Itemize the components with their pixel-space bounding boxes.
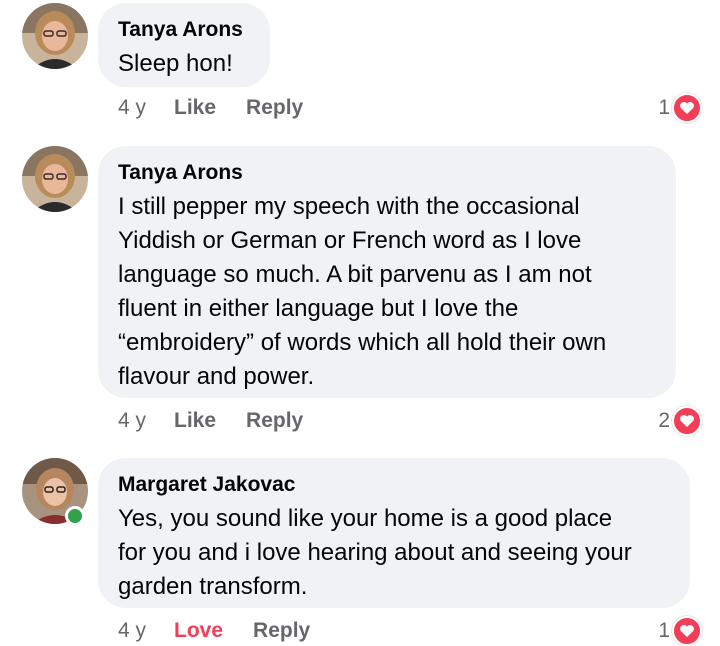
avatar[interactable]	[22, 3, 88, 69]
reaction-count: 1	[658, 96, 670, 119]
comment-actions: 4 y Like Reply	[118, 93, 303, 123]
comment-bubble: Tanya Arons Sleep hon!	[98, 3, 270, 87]
reaction-summary[interactable]: 1	[658, 616, 702, 646]
reaction-summary[interactable]: 2	[658, 406, 702, 436]
comment-author[interactable]: Tanya Arons	[118, 160, 656, 186]
reaction-count: 2	[658, 409, 670, 432]
comment-author[interactable]: Margaret Jakovac	[118, 472, 670, 498]
comment-bubble: Tanya Arons I still pepper my speech wit…	[98, 146, 676, 398]
heart-icon	[672, 616, 702, 646]
reaction-summary[interactable]: 1	[658, 93, 702, 123]
like-button[interactable]: Like	[174, 93, 216, 123]
comment-bubble: Margaret Jakovac Yes, you sound like you…	[98, 458, 690, 608]
comment-text: Sleep hon!	[118, 50, 233, 77]
comment-author[interactable]: Tanya Arons	[118, 17, 250, 43]
like-button[interactable]: Like	[174, 406, 216, 436]
comment-text: I still pepper my speech with the occasi…	[118, 193, 607, 390]
comment-text: Yes, you sound like your home is a good …	[118, 505, 632, 600]
comment-timestamp[interactable]: 4 y	[118, 93, 146, 123]
reply-button[interactable]: Reply	[253, 616, 310, 646]
avatar[interactable]	[22, 146, 88, 212]
reply-button[interactable]: Reply	[246, 93, 303, 123]
love-button[interactable]: Love	[174, 616, 223, 646]
heart-icon	[672, 406, 702, 436]
comment-timestamp[interactable]: 4 y	[118, 616, 146, 646]
reaction-count: 1	[658, 619, 670, 642]
reply-button[interactable]: Reply	[246, 406, 303, 436]
heart-icon	[672, 93, 702, 123]
online-status-indicator	[65, 506, 85, 526]
comment-actions: 4 y Love Reply	[118, 616, 310, 646]
comment-timestamp[interactable]: 4 y	[118, 406, 146, 436]
comment-actions: 4 y Like Reply	[118, 406, 303, 436]
